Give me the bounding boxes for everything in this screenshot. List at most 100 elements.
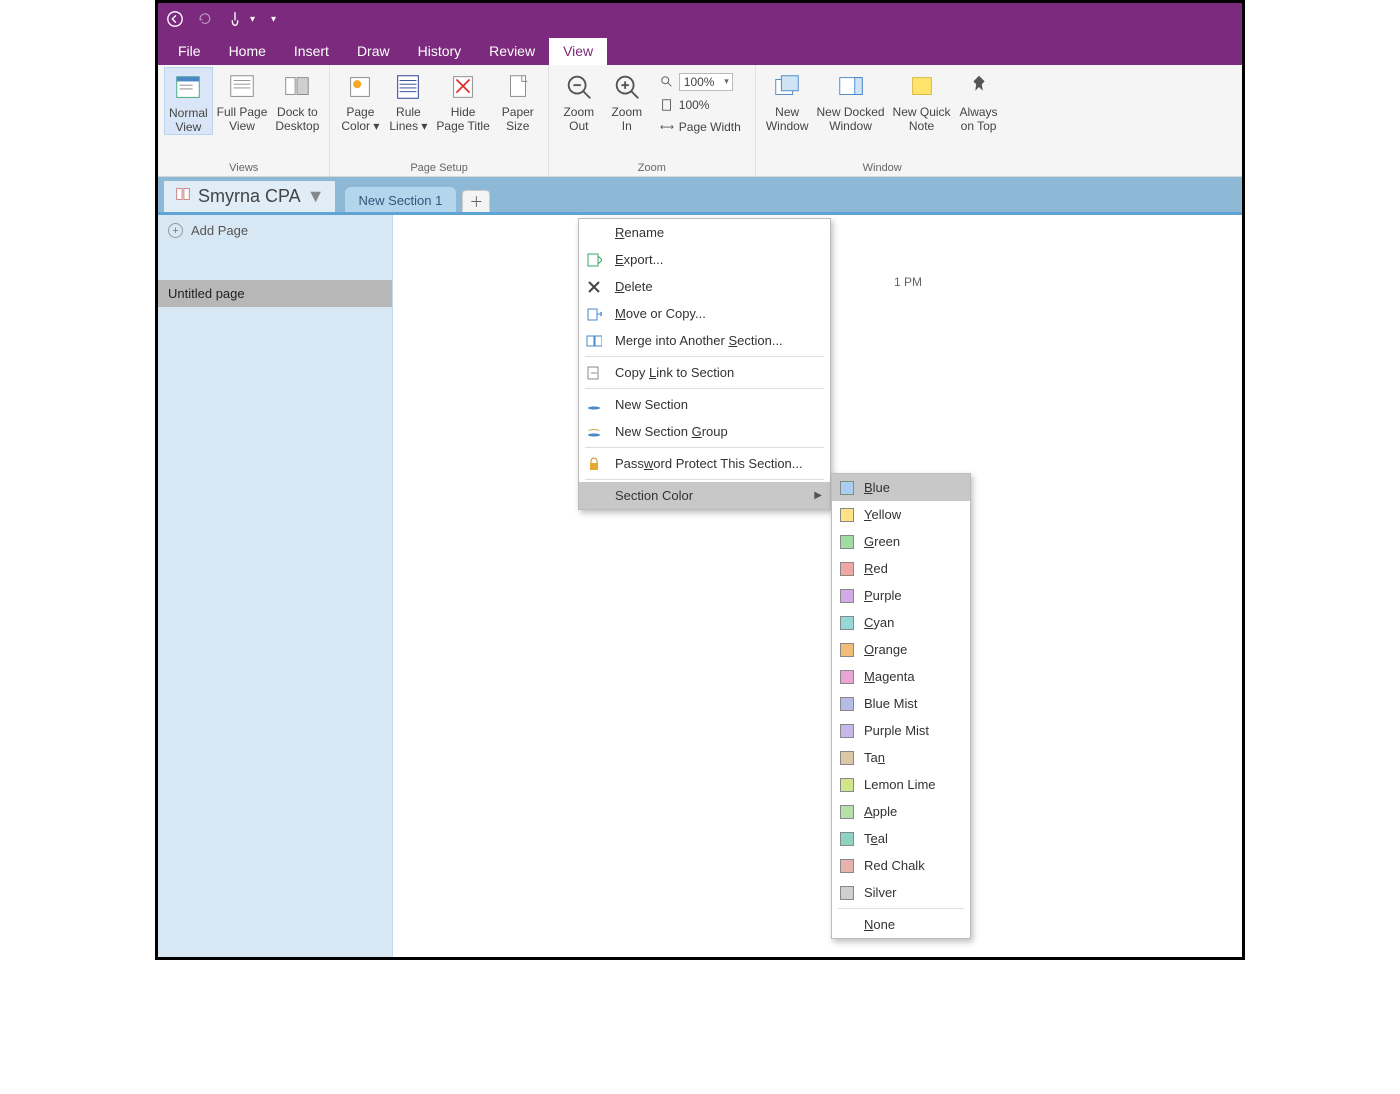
zoom-value[interactable]: 100% [679, 73, 733, 91]
color-label: Teal [864, 831, 888, 846]
color-swatch [840, 508, 854, 522]
dock-label: Dock to Desktop [275, 105, 319, 133]
color-option[interactable]: Magenta [832, 663, 970, 690]
ribbon-group-zoom: Zoom OutZoom In 100% 100% Page Width [549, 65, 756, 176]
color-option[interactable]: None [832, 911, 970, 938]
tab-history[interactable]: History [404, 38, 476, 65]
menu-item[interactable]: Merge into Another Section... [579, 327, 830, 354]
zoom-in-button[interactable]: Zoom In [603, 67, 651, 133]
touch-dropdown-icon[interactable]: ▾ [250, 14, 255, 25]
color-option[interactable]: Cyan [832, 609, 970, 636]
zoom-in-icon [610, 71, 644, 103]
menu-item[interactable]: Move or Copy... [579, 300, 830, 327]
rule-lines-button[interactable]: Rule Lines ▾ [384, 67, 432, 133]
menu-item[interactable]: Delete [579, 273, 830, 300]
color-option[interactable]: Purple [832, 582, 970, 609]
rename-icon [585, 224, 603, 242]
group-label-window: Window [863, 162, 902, 176]
page-color-label: Page Color ▾ [341, 105, 379, 133]
color-option[interactable]: Yellow [832, 501, 970, 528]
timestamp: 1 PM [894, 275, 922, 289]
lock-icon [585, 455, 603, 473]
add-page-button[interactable]: + Add Page [158, 215, 392, 246]
normal-view-button[interactable]: Normal View [164, 67, 213, 135]
dock-button[interactable]: Dock to Desktop [271, 67, 323, 133]
menu-item[interactable]: New Section Group [579, 418, 830, 445]
title-bar: ▾ ▾ [158, 3, 1242, 35]
touch-mode-icon[interactable] [226, 10, 244, 28]
add-section-button[interactable]: ＋ [462, 190, 490, 212]
menu-item[interactable]: Copy Link to Section [579, 359, 830, 386]
zoom-out-button[interactable]: Zoom Out [555, 67, 603, 133]
tab-view[interactable]: View [549, 38, 607, 65]
search-icon [659, 74, 675, 90]
notebook-picker[interactable]: Smyrna CPA ▼ [164, 181, 335, 212]
color-option[interactable]: Green [832, 528, 970, 555]
color-label: Orange [864, 642, 907, 657]
quick-note-button[interactable]: New Quick Note [889, 67, 955, 133]
color-swatch [840, 670, 854, 684]
menu-item[interactable]: Rename [579, 219, 830, 246]
color-option[interactable]: Silver [832, 879, 970, 906]
color-option[interactable]: Teal [832, 825, 970, 852]
tab-file[interactable]: File [164, 38, 215, 65]
color-option[interactable]: Lemon Lime [832, 771, 970, 798]
pin-button[interactable]: Always on Top [955, 67, 1003, 133]
menu-item[interactable]: Password Protect This Section... [579, 450, 830, 477]
dock-icon [280, 71, 314, 103]
zoom-100-label: 100% [679, 98, 710, 112]
color-label: Yellow [864, 507, 901, 522]
color-swatch [840, 616, 854, 630]
color-swatch [840, 751, 854, 765]
paper-size-button[interactable]: Paper Size [494, 67, 542, 133]
new-window-button[interactable]: New Window [762, 67, 813, 133]
menu-label: Delete [615, 279, 653, 294]
color-option[interactable]: Red [832, 555, 970, 582]
page-icon [659, 97, 675, 113]
color-label: Lemon Lime [864, 777, 936, 792]
menu-item[interactable]: Section Color▶ [579, 482, 830, 509]
new-section-icon [585, 396, 603, 414]
color-option[interactable]: Orange [832, 636, 970, 663]
tab-insert[interactable]: Insert [280, 38, 343, 65]
ribbon-group-views: Normal ViewFull Page ViewDock to Desktop… [158, 65, 330, 176]
color-option[interactable]: Tan [832, 744, 970, 771]
menu-item[interactable]: New Section [579, 391, 830, 418]
full-page-icon [225, 71, 259, 103]
zoom-percent-field[interactable]: 100% [655, 71, 745, 93]
tab-review[interactable]: Review [475, 38, 549, 65]
delete-icon [585, 278, 603, 296]
undo-icon[interactable] [196, 10, 214, 28]
color-option[interactable]: Blue [832, 474, 970, 501]
add-page-label: Add Page [191, 223, 248, 238]
notebook-icon [174, 185, 192, 208]
docked-window-button[interactable]: New Docked Window [813, 67, 889, 133]
tab-home[interactable]: Home [215, 38, 280, 65]
full-page-label: Full Page View [217, 105, 268, 133]
page-width-button[interactable]: Page Width [655, 117, 745, 137]
pin-icon [962, 71, 996, 103]
color-swatch [840, 481, 854, 495]
color-option[interactable]: Red Chalk [832, 852, 970, 879]
menu-item[interactable]: Export... [579, 246, 830, 273]
menu-label: Password Protect This Section... [615, 456, 803, 471]
color-option[interactable]: Blue Mist [832, 690, 970, 717]
rule-lines-label: Rule Lines ▾ [389, 105, 427, 133]
color-label: Silver [864, 885, 897, 900]
full-page-button[interactable]: Full Page View [213, 67, 272, 133]
chevron-right-icon: ▶ [814, 490, 822, 501]
plus-icon: + [168, 223, 183, 238]
zoom-100-button[interactable]: 100% [655, 95, 745, 115]
section-tab[interactable]: New Section 1 [345, 187, 457, 212]
back-icon[interactable] [166, 10, 184, 28]
menu-label: Move or Copy... [615, 306, 706, 321]
color-swatch [840, 832, 854, 846]
customize-qat-icon[interactable]: ▾ [271, 14, 276, 25]
tab-draw[interactable]: Draw [343, 38, 404, 65]
page-item[interactable]: Untitled page [158, 280, 392, 307]
color-option[interactable]: Purple Mist [832, 717, 970, 744]
page-color-button[interactable]: Page Color ▾ [336, 67, 384, 133]
color-option[interactable]: Apple [832, 798, 970, 825]
hide-title-button[interactable]: Hide Page Title [432, 67, 493, 133]
paper-size-icon [501, 71, 535, 103]
